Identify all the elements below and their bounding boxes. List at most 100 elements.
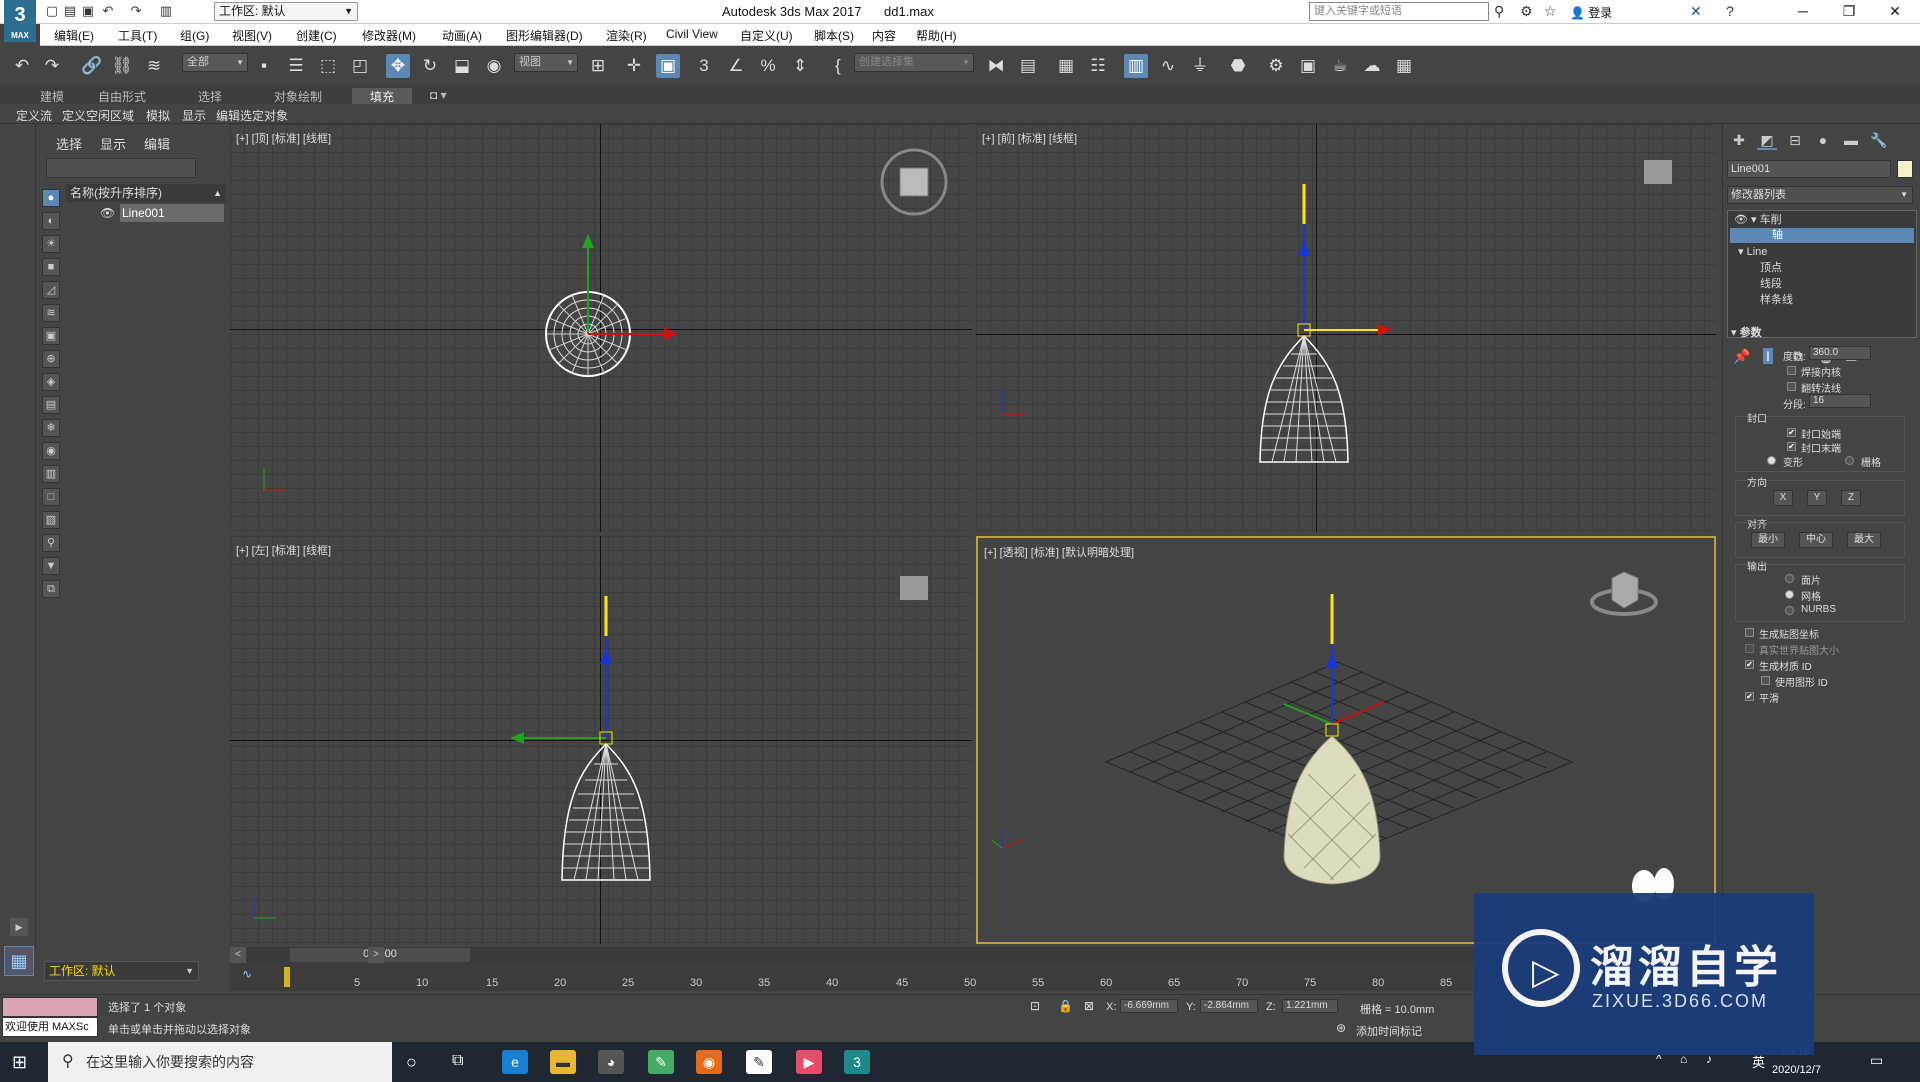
- nurbs-radio[interactable]: [1785, 606, 1794, 615]
- stack-item-axis[interactable]: 轴: [1730, 228, 1914, 243]
- ribbon-tab-object-paint[interactable]: 对象绘制: [274, 88, 322, 105]
- undo-icon[interactable]: ↶: [10, 54, 34, 78]
- subscription-icon[interactable]: ⚙: [1520, 3, 1533, 20]
- ribbon-options-icon[interactable]: ◘ ▾: [430, 88, 447, 102]
- restore-button[interactable]: ❐: [1826, 0, 1872, 24]
- menu-help[interactable]: 帮助(H): [916, 27, 957, 44]
- z-coord-field[interactable]: 1.221mm: [1282, 999, 1338, 1013]
- direction-z-button[interactable]: Z: [1841, 490, 1861, 506]
- hierarchy-tab-icon[interactable]: ⊟: [1785, 130, 1805, 150]
- curve-toggle-icon[interactable]: ∿: [242, 967, 252, 981]
- create-tab-icon[interactable]: ✚: [1729, 130, 1749, 150]
- filter-xrefs-icon[interactable]: ⊕: [42, 350, 60, 368]
- stack-item-spline[interactable]: 样条线: [1730, 293, 1914, 308]
- gen-map-coords-checkbox[interactable]: [1745, 628, 1754, 637]
- app-logo[interactable]: 3 MAX: [4, 0, 36, 42]
- expand-arrow-icon[interactable]: ▶: [10, 918, 28, 936]
- cap-end-checkbox[interactable]: ✔: [1787, 442, 1796, 451]
- exchange-icon[interactable]: ✕: [1690, 3, 1702, 20]
- select-object-icon[interactable]: ▪: [252, 54, 276, 78]
- favorites-star-icon[interactable]: ☆: [1544, 3, 1557, 20]
- paint-app-icon[interactable]: ✎: [648, 1050, 674, 1074]
- workspace-dropdown[interactable]: 工作区: 默认 ▼: [214, 2, 358, 21]
- ref-coord-dropdown[interactable]: 视图 ▼: [514, 53, 578, 72]
- notepad-icon[interactable]: ✎: [746, 1050, 772, 1074]
- cortana-icon[interactable]: ○: [406, 1052, 417, 1073]
- filter-helpers-icon[interactable]: ◿: [42, 281, 60, 299]
- taskbar-search-input[interactable]: ⚲ 在这里输入你要搜索的内容: [48, 1042, 392, 1082]
- undo-icon[interactable]: ↶: [100, 3, 116, 19]
- filter-spacewarps-icon[interactable]: ≋: [42, 304, 60, 322]
- move-icon[interactable]: ✥: [386, 54, 410, 78]
- redo-icon[interactable]: ↷: [128, 3, 144, 19]
- filter-cameras-icon[interactable]: ■: [42, 258, 60, 276]
- workspace-selector[interactable]: 工作区: 默认 ▼: [44, 961, 199, 981]
- ribbon-toggle-icon[interactable]: ▥: [1124, 54, 1148, 78]
- login-link[interactable]: 👤 登录: [1570, 4, 1612, 21]
- filter-geometry-icon[interactable]: ●: [42, 189, 60, 207]
- object-name-field[interactable]: Line001: [1727, 160, 1891, 178]
- cap-start-checkbox[interactable]: ✔: [1787, 428, 1796, 437]
- filter-hidden-icon[interactable]: ◉: [42, 442, 60, 460]
- prev-frame-icon[interactable]: <: [230, 947, 246, 963]
- menu-group[interactable]: 组(G): [180, 27, 209, 44]
- align-center-button[interactable]: 中心: [1799, 532, 1833, 548]
- ribbon-define-idle-areas[interactable]: 定义空闲区域: [62, 107, 134, 124]
- schematic-view-icon[interactable]: ⏚: [1188, 54, 1212, 78]
- absolute-mode-icon[interactable]: ⊠: [1084, 999, 1094, 1013]
- viewport-front[interactable]: [+] [前] [标准] [线框]: [976, 124, 1716, 532]
- explorer-column-header[interactable]: 名称(按升序排序) ▲: [66, 184, 226, 202]
- x-coord-field[interactable]: -6.669mm: [1120, 999, 1178, 1013]
- menu-tools[interactable]: 工具(T): [118, 27, 157, 44]
- flip-normals-checkbox[interactable]: [1787, 382, 1796, 391]
- ribbon-define-flows[interactable]: 定义流: [16, 107, 52, 124]
- direction-x-button[interactable]: X: [1773, 490, 1793, 506]
- binoculars-icon[interactable]: ⚲: [1494, 3, 1504, 20]
- bind-spacewarp-icon[interactable]: ≋: [142, 54, 166, 78]
- menu-scripting[interactable]: 脚本(S): [814, 27, 854, 44]
- menu-graph-editors[interactable]: 图形编辑器(D): [506, 27, 583, 44]
- save-file-icon[interactable]: ▣: [80, 3, 96, 19]
- open-file-icon[interactable]: ▤: [62, 3, 78, 19]
- a360-gallery-icon[interactable]: ▦: [1392, 54, 1416, 78]
- file-explorer-icon[interactable]: ▬: [550, 1050, 576, 1074]
- filter-groups-icon[interactable]: ▣: [42, 327, 60, 345]
- maxscript-mini-listener[interactable]: 欢迎使用 MAXSc: [2, 1017, 98, 1037]
- keyboard-shortcut-override-icon[interactable]: ▣: [656, 54, 680, 78]
- y-coord-field[interactable]: -2.864mm: [1200, 999, 1258, 1013]
- material-editor-icon[interactable]: ⬣: [1226, 54, 1250, 78]
- chat-app-icon[interactable]: ◕: [598, 1050, 624, 1074]
- segments-spinner[interactable]: 16: [1809, 394, 1871, 408]
- display-all-icon[interactable]: ▥: [42, 465, 60, 483]
- weld-core-checkbox[interactable]: [1787, 366, 1796, 375]
- rotate-icon[interactable]: ↻: [418, 54, 442, 78]
- mirror-icon[interactable]: ⧓: [984, 54, 1008, 78]
- modifier-list-dropdown[interactable]: 修改器列表 ▼: [1727, 186, 1913, 204]
- time-marker[interactable]: [284, 967, 290, 987]
- percent-snap-icon[interactable]: %: [756, 54, 780, 78]
- minimize-button[interactable]: ─: [1780, 0, 1826, 24]
- utilities-tab-icon[interactable]: 🔧: [1869, 130, 1889, 150]
- edge-browser-icon[interactable]: e: [502, 1050, 528, 1074]
- next-frame-icon[interactable]: >: [368, 947, 384, 963]
- viewport-layout-icon[interactable]: ▦: [4, 946, 34, 976]
- rect-selection-icon[interactable]: ⬚: [316, 54, 340, 78]
- stack-item-line[interactable]: ▾ Line: [1730, 245, 1914, 260]
- real-world-map-checkbox[interactable]: [1745, 644, 1754, 653]
- explorer-tab-select[interactable]: 选择: [56, 134, 82, 153]
- stack-item-vertex[interactable]: 顶点: [1730, 261, 1914, 276]
- align-min-button[interactable]: 最小: [1751, 532, 1785, 548]
- gen-material-id-checkbox[interactable]: ✔: [1745, 660, 1754, 669]
- pin-stack-icon[interactable]: 📌: [1733, 348, 1750, 365]
- explorer-search-input[interactable]: [46, 158, 196, 178]
- help-icon[interactable]: ?: [1726, 3, 1734, 19]
- pivot-center-icon[interactable]: ⊞: [586, 54, 610, 78]
- redo-icon[interactable]: ↷: [40, 54, 64, 78]
- filter-shapes-icon[interactable]: ◐: [42, 212, 60, 230]
- render-setup-icon[interactable]: ⚙: [1264, 54, 1288, 78]
- filter-lights-icon[interactable]: ☀: [42, 235, 60, 253]
- time-tag-icon[interactable]: ⊛: [1336, 1021, 1346, 1035]
- curve-editor-icon[interactable]: ∿: [1156, 54, 1180, 78]
- display-none-icon[interactable]: □: [42, 488, 60, 506]
- ribbon-tab-freeform[interactable]: 自由形式: [98, 88, 146, 105]
